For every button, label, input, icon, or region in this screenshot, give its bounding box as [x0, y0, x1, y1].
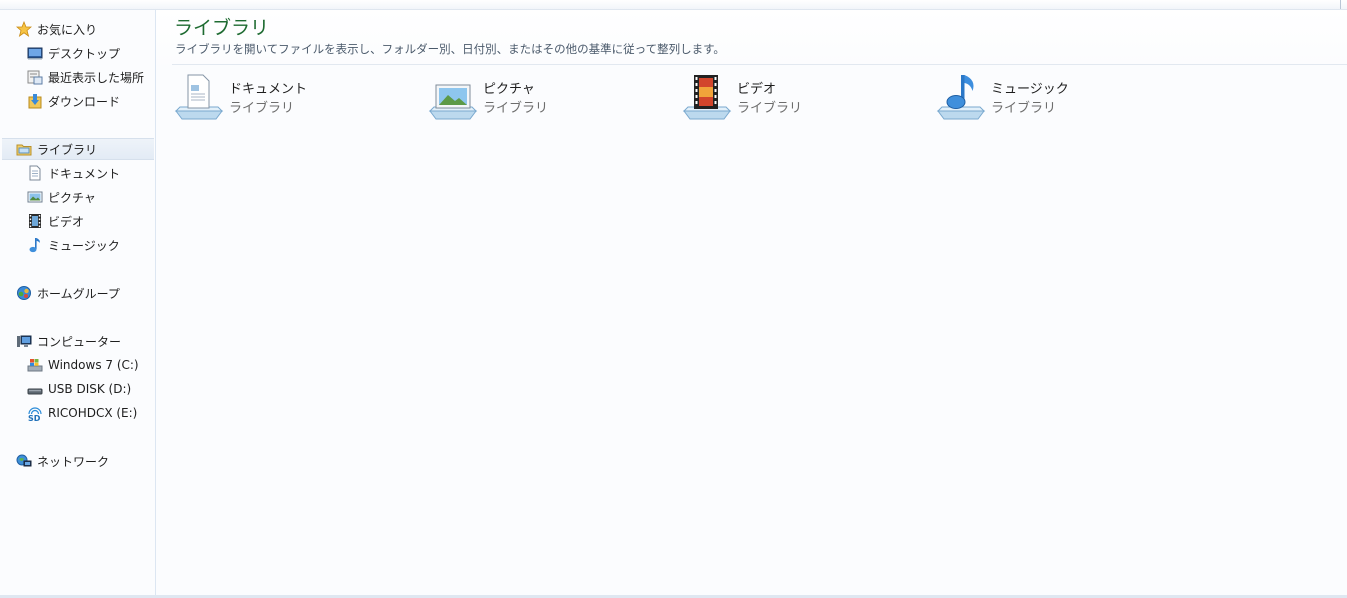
nav-homegroup-label: ホームグループ: [37, 286, 120, 301]
pictures-library-icon: [428, 73, 478, 123]
nav-network-label: ネットワーク: [37, 454, 110, 469]
libraries-folder-icon: [16, 141, 32, 157]
nav-item-pictures[interactable]: ピクチャ: [27, 186, 96, 208]
nav-libraries[interactable]: ライブラリ: [2, 138, 154, 160]
title-bar-divider: [1340, 0, 1341, 9]
document-icon: [27, 165, 43, 181]
nav-item-label: ビデオ: [48, 214, 85, 229]
music-note-icon: [27, 237, 43, 253]
homegroup-icon: [16, 285, 32, 301]
star-icon: [15, 20, 33, 37]
film-icon: [27, 213, 43, 229]
nav-item-label: ダウンロード: [48, 94, 121, 109]
music-library-icon: [936, 73, 986, 123]
recent-places-icon: [27, 69, 43, 85]
picture-icon: [27, 189, 43, 205]
nav-computer-label: コンピューター: [37, 334, 122, 349]
library-type: ライブラリ: [229, 101, 295, 116]
usb-drive-icon: [27, 381, 43, 397]
nav-item-music[interactable]: ミュージック: [27, 234, 120, 256]
videos-library-icon: [682, 73, 732, 123]
nav-item-downloads[interactable]: ダウンロード: [27, 90, 120, 112]
library-type: ライブラリ: [737, 101, 803, 116]
library-tile-videos[interactable]: ビデオ ライブラリ: [682, 73, 922, 123]
nav-network[interactable]: ネットワーク: [16, 450, 109, 472]
system-drive-icon: [27, 357, 43, 373]
page-subtitle: ライブラリを開いてファイルを表示し、フォルダー別、日付別、またはその他の基準に従…: [175, 42, 725, 56]
nav-item-label: ドキュメント: [48, 166, 121, 181]
nav-item-label: 最近表示した場所: [48, 70, 145, 85]
nav-item-label: デスクトップ: [48, 46, 121, 61]
header-divider: [172, 64, 1347, 65]
nav-item-documents[interactable]: ドキュメント: [27, 162, 120, 184]
nav-item-label: RICOHDCX (E:): [48, 406, 138, 420]
library-tile-music[interactable]: ミュージック ライブラリ: [936, 73, 1176, 123]
nav-homegroup[interactable]: ホームグループ: [16, 282, 120, 304]
nav-libraries-label: ライブラリ: [37, 142, 98, 157]
desktop-icon: [27, 45, 43, 61]
library-name: ドキュメント: [229, 82, 308, 97]
downloads-icon: [27, 93, 43, 109]
nav-item-label: USB DISK (D:): [48, 382, 132, 396]
library-tile-documents[interactable]: ドキュメント ライブラリ: [174, 73, 414, 123]
nav-item-drive-c[interactable]: Windows 7 (C:): [27, 354, 139, 376]
documents-library-icon: [174, 73, 224, 123]
nav-item-recent-places[interactable]: 最近表示した場所: [27, 66, 144, 88]
nav-item-videos[interactable]: ビデオ: [27, 210, 84, 232]
library-type: ライブラリ: [991, 101, 1057, 116]
svg-text:SD: SD: [28, 414, 41, 421]
computer-icon: [16, 333, 32, 349]
nav-item-label: ミュージック: [48, 238, 120, 253]
title-bar-edge: [0, 0, 1347, 10]
nav-item-drive-e[interactable]: SD RICOHDCX (E:): [27, 402, 137, 424]
nav-computer[interactable]: コンピューター: [16, 330, 121, 352]
libraries-view: ライブラリ ライブラリを開いてファイルを表示し、フォルダー別、日付別、またはその…: [156, 10, 1347, 595]
library-name: ミュージック: [991, 82, 1069, 97]
nav-item-label: ピクチャ: [48, 190, 96, 205]
nav-item-desktop[interactable]: デスクトップ: [27, 42, 120, 64]
page-title: ライブラリ: [174, 17, 270, 39]
network-icon: [16, 453, 32, 469]
navigation-pane[interactable]: お気に入り デスクトップ 最近表示した場所 ダウンロード ライブラリ ドキュメン…: [0, 10, 156, 595]
library-name: ビデオ: [737, 82, 777, 97]
library-type: ライブラリ: [483, 101, 549, 116]
library-name: ピクチャ: [483, 82, 535, 97]
nav-favorites-label: お気に入り: [37, 22, 98, 37]
library-tile-pictures[interactable]: ピクチャ ライブラリ: [428, 73, 668, 123]
nav-item-drive-d[interactable]: USB DISK (D:): [27, 378, 131, 400]
nav-favorites[interactable]: お気に入り: [15, 18, 98, 40]
nav-item-label: Windows 7 (C:): [48, 358, 139, 372]
sd-card-icon: SD: [27, 405, 43, 423]
